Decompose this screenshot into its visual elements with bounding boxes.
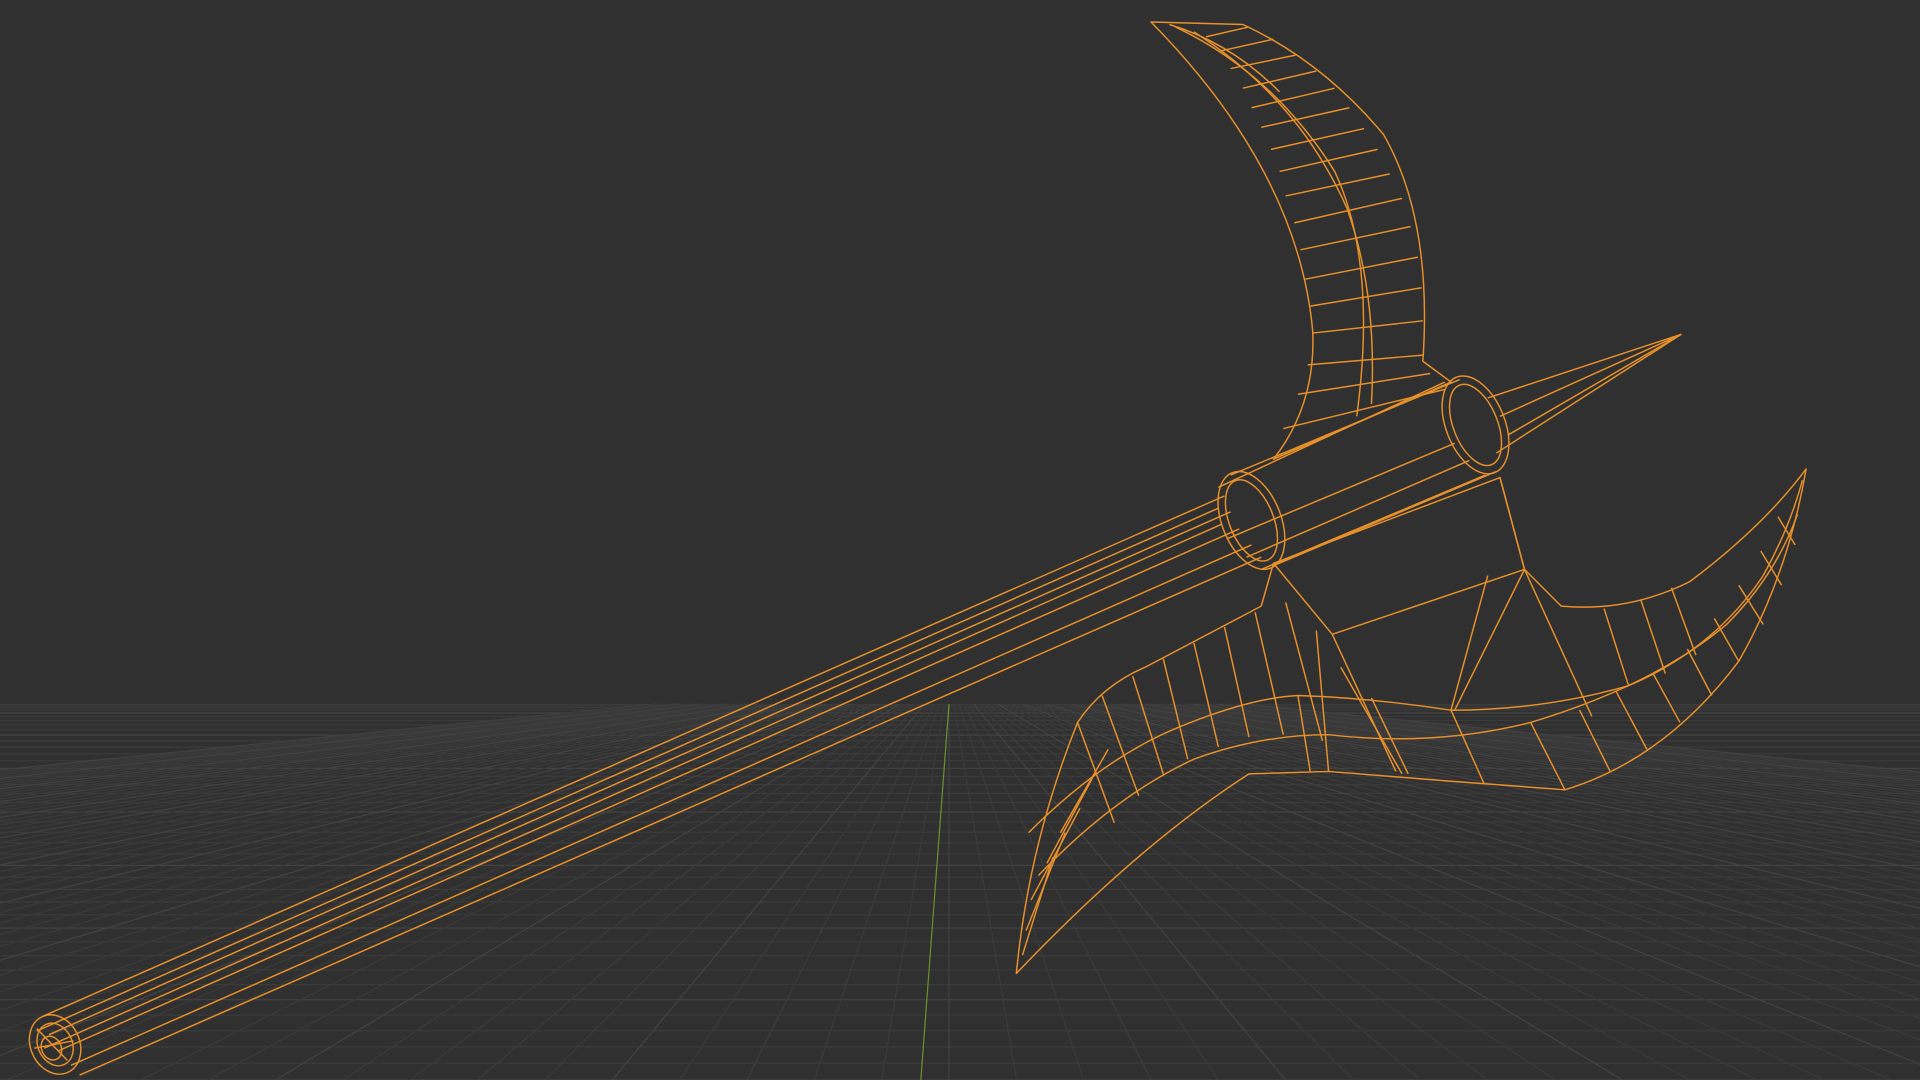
viewport-scene[interactable] (0, 0, 1920, 1080)
viewport-background (0, 0, 1920, 1080)
3d-viewport[interactable] (0, 0, 1920, 1080)
